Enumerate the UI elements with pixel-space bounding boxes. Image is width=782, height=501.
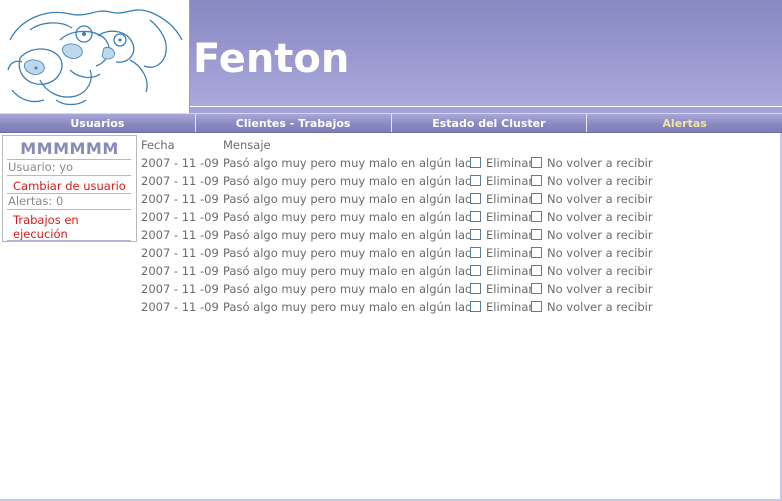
alerts-count-label: Alertas: 0	[8, 194, 64, 208]
row-message: Pasó algo muy pero muy malo en algún lad…	[223, 264, 480, 278]
delete-checkbox[interactable]	[470, 301, 481, 312]
delete-checkbox[interactable]	[470, 265, 481, 276]
change-user-link[interactable]: Cambiar de usuario	[13, 179, 126, 193]
delete-checkbox[interactable]	[470, 211, 481, 222]
no-receive-checkbox[interactable]	[531, 193, 542, 204]
delete-checkbox[interactable]	[470, 229, 481, 240]
nav-tab-usuarios[interactable]: Usuarios	[0, 114, 196, 132]
delete-checkbox[interactable]	[470, 283, 481, 294]
row-message: Pasó algo muy pero muy malo en algún lad…	[223, 210, 480, 224]
header: Fenton	[0, 0, 782, 113]
row-message: Pasó algo muy pero muy malo en algún lad…	[223, 228, 480, 242]
delete-label: Eliminar	[486, 300, 534, 314]
no-receive-checkbox[interactable]	[531, 175, 542, 186]
delete-label: Eliminar	[486, 192, 534, 206]
main-nav: Usuarios Clientes - Trabajos Estado del …	[0, 113, 782, 133]
delete-label: Eliminar	[486, 246, 534, 260]
row-date: 2007 - 11 -09	[141, 156, 219, 170]
row-message: Pasó algo muy pero muy malo en algún lad…	[223, 246, 480, 260]
no-receive-checkbox[interactable]	[531, 265, 542, 276]
delete-label: Eliminar	[486, 210, 534, 224]
user-sidebar: MMMMMM Usuario: yo Cambiar de usuario Al…	[2, 135, 137, 242]
sidebar-divider	[7, 209, 131, 210]
row-message: Pasó algo muy pero muy malo en algún lad…	[223, 192, 480, 206]
user-label: Usuario: yo	[8, 160, 74, 174]
row-date: 2007 - 11 -09	[141, 282, 219, 296]
nav-tab-clientes-trabajos[interactable]: Clientes - Trabajos	[196, 114, 392, 132]
no-receive-label: No volver a recibir	[547, 174, 653, 188]
row-date: 2007 - 11 -09	[141, 264, 219, 278]
row-date: 2007 - 11 -09	[141, 210, 219, 224]
no-receive-checkbox[interactable]	[531, 157, 542, 168]
row-message: Pasó algo muy pero muy malo en algún lad…	[223, 174, 480, 188]
no-receive-label: No volver a recibir	[547, 156, 653, 170]
delete-checkbox[interactable]	[470, 175, 481, 186]
nav-tab-alertas[interactable]: Alertas	[587, 114, 782, 132]
delete-label: Eliminar	[486, 264, 534, 278]
no-receive-label: No volver a recibir	[547, 192, 653, 206]
delete-label: Eliminar	[486, 228, 534, 242]
no-receive-label: No volver a recibir	[547, 300, 653, 314]
app-title: Fenton	[193, 36, 350, 82]
no-receive-label: No volver a recibir	[547, 246, 653, 260]
row-message: Pasó algo muy pero muy malo en algún lad…	[223, 156, 480, 170]
row-message: Pasó algo muy pero muy malo en algún lad…	[223, 300, 480, 314]
logo-illustration-icon	[7, 9, 183, 106]
row-date: 2007 - 11 -09	[141, 246, 219, 260]
row-date: 2007 - 11 -09	[141, 228, 219, 242]
nav-tab-estado-cluster[interactable]: Estado del Cluster	[392, 114, 588, 132]
delete-label: Eliminar	[486, 156, 534, 170]
row-date: 2007 - 11 -09	[141, 300, 219, 314]
sidebar-divider	[7, 240, 131, 241]
no-receive-checkbox[interactable]	[531, 229, 542, 240]
no-receive-checkbox[interactable]	[531, 247, 542, 258]
no-receive-label: No volver a recibir	[547, 228, 653, 242]
delete-checkbox[interactable]	[470, 193, 481, 204]
delete-label: Eliminar	[486, 282, 534, 296]
delete-checkbox[interactable]	[470, 247, 481, 258]
logo	[0, 0, 190, 113]
row-date: 2007 - 11 -09	[141, 192, 219, 206]
username-heading: MMMMMM	[20, 139, 119, 158]
header-message: Mensaje	[223, 138, 271, 152]
no-receive-checkbox[interactable]	[531, 301, 542, 312]
delete-checkbox[interactable]	[470, 157, 481, 168]
no-receive-label: No volver a recibir	[547, 264, 653, 278]
no-receive-checkbox[interactable]	[531, 211, 542, 222]
no-receive-checkbox[interactable]	[531, 283, 542, 294]
running-jobs-link[interactable]: Trabajos en ejecución	[13, 213, 93, 241]
row-message: Pasó algo muy pero muy malo en algún lad…	[223, 282, 480, 296]
no-receive-label: No volver a recibir	[547, 210, 653, 224]
no-receive-label: No volver a recibir	[547, 282, 653, 296]
row-date: 2007 - 11 -09	[141, 174, 219, 188]
header-date: Fecha	[141, 138, 175, 152]
sidebar-divider	[7, 175, 131, 176]
delete-label: Eliminar	[486, 174, 534, 188]
